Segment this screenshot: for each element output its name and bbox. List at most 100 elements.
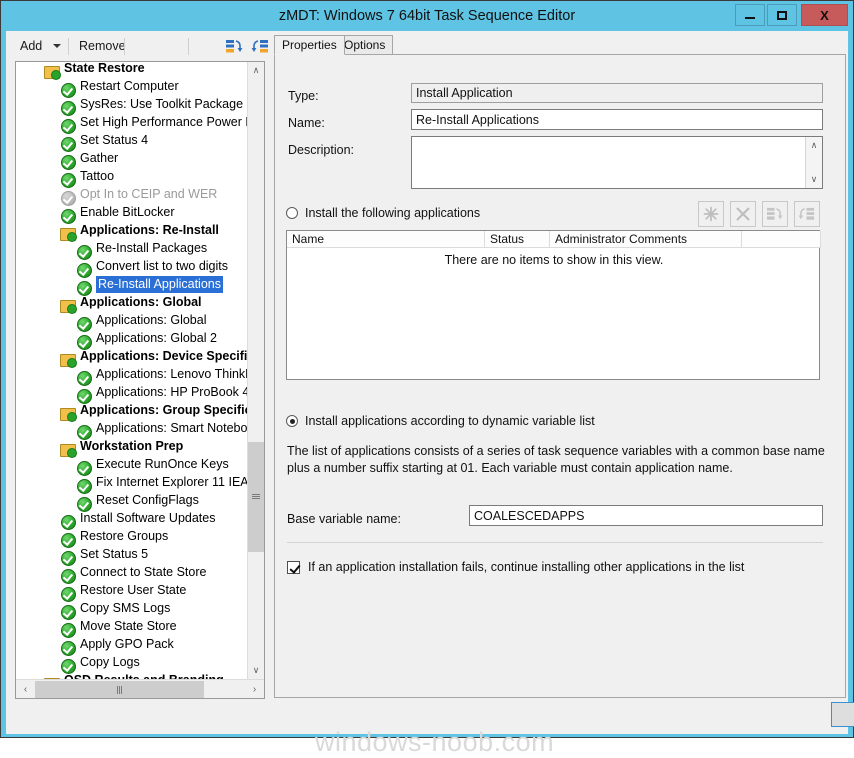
- column-header-name[interactable]: Name: [287, 231, 485, 248]
- window-title: zMDT: Windows 7 64bit Task Sequence Edit…: [278, 8, 576, 24]
- tree-item[interactable]: Applications: Device Specific: [16, 349, 247, 369]
- tree-toolbar: Add Remove: [6, 33, 271, 60]
- tree-item[interactable]: Restore User State: [16, 583, 247, 603]
- tree-item-label: Applications: Lenovo ThinkPad: [96, 367, 247, 381]
- maximize-icon: [777, 10, 787, 20]
- ok-button[interactable]: OK: [831, 702, 854, 727]
- name-field[interactable]: [411, 109, 823, 130]
- add-button[interactable]: Add: [15, 36, 47, 57]
- tree-item[interactable]: Opt In to CEIP and WER: [16, 187, 247, 207]
- tree-item[interactable]: Restart Computer: [16, 79, 247, 99]
- green-check-icon: [60, 640, 76, 657]
- horizontal-scrollbar-thumb[interactable]: [35, 681, 204, 698]
- applications-list-view[interactable]: Name Status Administrator Comments There…: [286, 230, 821, 380]
- vertical-scrollbar-thumb[interactable]: [248, 442, 264, 552]
- scroll-up-arrow-icon[interactable]: ∧: [248, 62, 264, 79]
- scroll-right-arrow-icon[interactable]: ›: [246, 681, 263, 698]
- column-header-administrator-comments[interactable]: Administrator Comments: [550, 231, 742, 248]
- tree-item[interactable]: Applications: Lenovo ThinkPad: [16, 367, 247, 387]
- radio-install-following-applications[interactable]: Install the following applications: [286, 206, 480, 220]
- green-check-icon: [60, 172, 76, 189]
- scroll-down-arrow-icon[interactable]: ∨: [248, 662, 264, 679]
- close-button[interactable]: X: [801, 4, 848, 26]
- tree-item-label: Applications: HP ProBook 450 (: [96, 385, 247, 399]
- tree-item[interactable]: Applications: Global: [16, 313, 247, 333]
- remove-button[interactable]: Remove: [74, 36, 131, 57]
- tree-item[interactable]: Apply GPO Pack: [16, 637, 247, 657]
- tree-horizontal-scrollbar[interactable]: ‹ ›: [16, 679, 264, 698]
- list-column-headers: Name Status Administrator Comments: [287, 231, 821, 248]
- green-check-icon: [60, 514, 76, 531]
- scroll-left-arrow-icon[interactable]: ‹: [17, 681, 34, 698]
- tree-item[interactable]: Applications: Re-Install: [16, 223, 247, 243]
- tree-item[interactable]: Re-Install Packages: [16, 241, 247, 261]
- tree-item[interactable]: Applications: Smart Notebook: [16, 421, 247, 441]
- task-sequence-tree-pane: Add Remove State Restore Restart Compute…: [6, 31, 271, 729]
- tree-item[interactable]: Enable BitLocker: [16, 205, 247, 225]
- tab-properties[interactable]: Properties: [274, 35, 345, 55]
- tree-item[interactable]: Gather: [16, 151, 247, 171]
- tree-item[interactable]: Re-Install Applications: [16, 276, 247, 297]
- tree-item-label: Re-Install Applications: [96, 276, 223, 293]
- name-label: Name:: [288, 116, 325, 130]
- base-variable-field[interactable]: [469, 505, 823, 526]
- task-sequence-tree[interactable]: State Restore Restart Computer SysRes: Use…: [15, 61, 265, 699]
- description-field-wrapper: ∧ ∨: [411, 136, 823, 189]
- tree-item[interactable]: Set Status 5: [16, 547, 247, 567]
- paste-step-icon[interactable]: [251, 38, 270, 56]
- tree-item[interactable]: SysRes: Use Toolkit Package: [16, 97, 247, 117]
- move-down-icon[interactable]: [794, 201, 820, 227]
- tree-item[interactable]: Applications: Global 2: [16, 331, 247, 351]
- tree-item-label: Reset ConfigFlags: [96, 493, 199, 507]
- tree-item[interactable]: Copy SMS Logs: [16, 601, 247, 621]
- tree-vertical-scrollbar[interactable]: ∧ ∨: [247, 62, 264, 679]
- delete-application-icon[interactable]: [730, 201, 756, 227]
- green-check-icon: [60, 658, 76, 675]
- tree-item-label: Restore Groups: [80, 529, 169, 543]
- continue-on-failure-checkbox[interactable]: If an application installation fails, co…: [287, 560, 744, 574]
- tree-item[interactable]: Applications: Global: [16, 295, 247, 315]
- tree-item-label: Applications: Re-Install: [80, 223, 219, 237]
- column-header-status[interactable]: Status: [485, 231, 550, 248]
- tree-item[interactable]: Reset ConfigFlags: [16, 493, 247, 513]
- add-dropdown-caret-icon[interactable]: [53, 44, 61, 48]
- description-field[interactable]: [412, 137, 806, 188]
- tree-item-label: Tattoo: [80, 169, 115, 183]
- tree-item[interactable]: Install Software Updates: [16, 511, 247, 531]
- tree-item[interactable]: Tattoo: [16, 169, 247, 189]
- scroll-down-arrow-icon[interactable]: ∨: [806, 171, 822, 188]
- tab-strip: Properties Options: [274, 35, 846, 55]
- maximize-button[interactable]: [767, 4, 797, 26]
- minimize-button[interactable]: [735, 4, 765, 26]
- column-header-filler: [742, 231, 821, 248]
- tree-item-label: Enable BitLocker: [80, 205, 175, 219]
- radio-install-dynamic-variable-list[interactable]: Install applications according to dynami…: [286, 414, 595, 428]
- type-label: Type:: [288, 89, 319, 103]
- toolbar-separator: [68, 38, 69, 55]
- tree-item[interactable]: Workstation Prep: [16, 439, 247, 459]
- tree-item-label: SysRes: Use Toolkit Package: [80, 97, 244, 111]
- tree-item[interactable]: Applications: HP ProBook 450 (: [16, 385, 247, 405]
- move-up-icon[interactable]: [762, 201, 788, 227]
- folder-icon: [60, 406, 77, 423]
- add-application-icon[interactable]: [698, 201, 724, 227]
- properties-pane: Properties Options Type: Name: Descripti…: [272, 31, 854, 729]
- tree-item[interactable]: Set Status 4: [16, 133, 247, 153]
- green-check-icon: [76, 388, 92, 405]
- type-field[interactable]: [411, 83, 823, 103]
- description-scrollbar[interactable]: ∧ ∨: [805, 137, 822, 188]
- copy-step-icon[interactable]: [225, 38, 244, 56]
- green-check-icon: [76, 316, 92, 333]
- tree-item[interactable]: Fix Internet Explorer 11 IEAK Pr: [16, 475, 247, 495]
- tree-item[interactable]: Copy Logs: [16, 655, 247, 675]
- tree-item-label: Opt In to CEIP and WER: [80, 187, 218, 201]
- radio-label: Install applications according to dynami…: [305, 414, 595, 428]
- tree-item[interactable]: Execute RunOnce Keys: [16, 457, 247, 477]
- tree-item[interactable]: Set High Performance Power Plan -: [16, 115, 247, 135]
- tree-item[interactable]: State Restore: [16, 62, 247, 81]
- scroll-up-arrow-icon[interactable]: ∧: [806, 137, 822, 154]
- tree-item[interactable]: Applications: Group Specific: [16, 403, 247, 423]
- tree-item[interactable]: Connect to State Store: [16, 565, 247, 585]
- tree-item[interactable]: Move State Store: [16, 619, 247, 639]
- tree-item[interactable]: Restore Groups: [16, 529, 247, 549]
